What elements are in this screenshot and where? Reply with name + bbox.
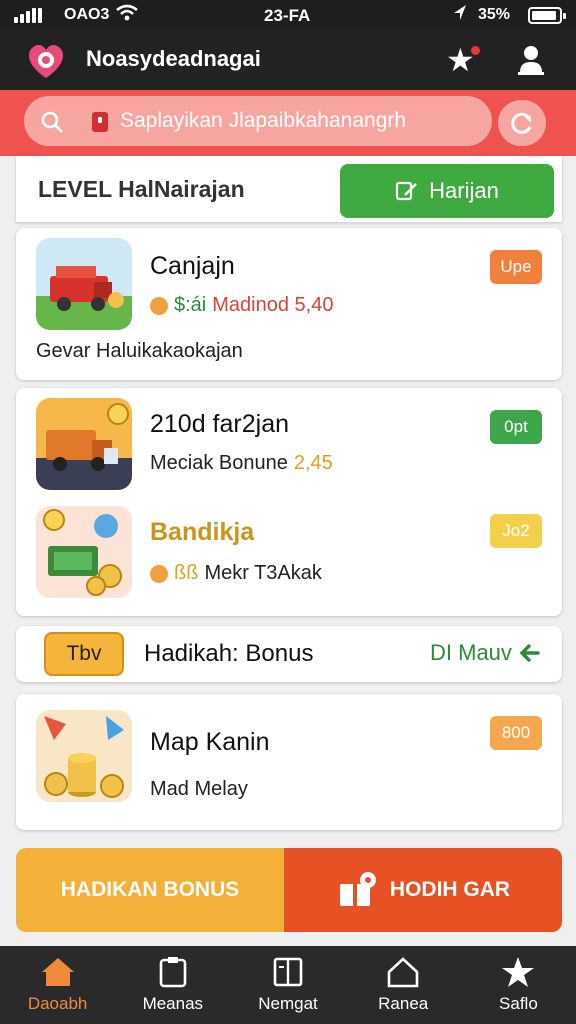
bottom-nav: Daoabh Meanas Nemgat Ranea Saflo [0,946,576,1024]
item-value: Madinod 5,40 [212,294,334,316]
arrow-left-icon [519,644,540,662]
list-group: 210d far2jan Meciak Bonune 2,45 0pt Band… [16,388,562,616]
nav-item-clipboard[interactable]: Meanas [115,946,230,1024]
heart-logo-icon[interactable] [24,38,68,82]
item-title: Bandikja [150,518,255,546]
gift-icon [339,872,376,906]
level-title: LEVEL HalNairajan [38,176,245,202]
level-action-label: Harijan [429,178,499,203]
user-icon [518,46,544,75]
battery-icon [528,7,566,24]
signal-icon [14,8,42,23]
bonus-row[interactable]: Tbv Hadikah: Bonus DI Mauv [16,626,562,682]
battery-percent: 35% [478,6,511,23]
star-icon [502,957,535,987]
search-input[interactable] [120,106,484,136]
gift-button[interactable]: HODIH GAR [284,848,562,932]
nav-item-book[interactable]: Nemgat [230,946,345,1024]
bonus-link-label: DI Mauv [430,640,512,665]
refresh-button[interactable] [498,100,546,146]
nav-item-star[interactable]: Saflo [461,946,576,1024]
refresh-icon [511,112,532,134]
list-item[interactable]: Map Kanin Mad Melay 800 [16,694,562,830]
truck-coins-thumbnail [36,398,132,490]
home-icon [41,958,74,986]
status-time: 23-FA [264,6,311,25]
item-prefix: $:ái [174,294,207,316]
user-button[interactable] [516,44,550,78]
item-value: 2,45 [293,452,333,474]
nav-label: Nemgat [258,994,318,1013]
carrier-name: OAO3 [64,6,110,23]
app-bar: Noasydeadnagai ★ [0,30,576,90]
nav-label: Ranea [378,994,429,1013]
item-title: Map Kanin [150,728,270,756]
list-item[interactable]: Canjajn $:ái Madinod 5,40 Gevar Haluikak… [16,228,562,380]
clipboard-icon [159,957,187,988]
status-bar: OAO3 23-FA 35% [0,0,576,30]
edit-icon [396,181,418,201]
item-title: 210d far2jan [150,410,290,438]
item-subtitle: ßß Mekr T3Akak [150,562,322,585]
gold-coins-thumbnail [36,710,132,802]
item-badge[interactable]: 0pt [490,410,542,444]
item-prefix: Meciak Bonune [150,452,288,474]
bonus-button[interactable]: HADIKAN BONUS [16,848,284,932]
search-icon [41,111,63,133]
fire-truck-thumbnail [36,238,132,330]
cash-stack-thumbnail [36,506,132,598]
wifi-icon [116,4,138,27]
item-badge[interactable]: 800 [490,716,542,750]
level-header: LEVEL HalNairajan Harijan [16,156,562,222]
main-content: LEVEL HalNairajan Harijan Canjajn $:ái M… [0,156,576,946]
location-arrow-icon [452,4,468,27]
bonus-tag[interactable]: Tbv [44,632,124,676]
favorites-button[interactable]: ★ [446,44,480,78]
item-value: Mekr T3Akak [204,562,322,584]
gift-button-label: HODIH GAR [389,878,511,901]
item-badge[interactable]: Jo2 [490,514,542,548]
bookmark-tag-icon [92,112,108,132]
item-title: Canjajn [150,252,235,280]
app-title: Noasydeadnagai [86,46,261,71]
cta-bar: HADIKAN BONUS HODIH GAR [16,848,562,932]
item-badge[interactable]: Upe [490,250,542,284]
level-action-button[interactable]: Harijan [340,164,554,218]
book-icon [273,957,303,987]
bonus-link[interactable]: DI Mauv [430,640,540,666]
item-subtitle: Mad Melay [150,778,248,800]
house-outline-icon [387,957,419,988]
item-prefix: ßß [174,562,199,584]
nav-item-home[interactable]: Daoabh [0,946,115,1024]
notification-dot [471,46,480,55]
nav-item-house[interactable]: Ranea [346,946,461,1024]
bonus-title: Hadikah: Bonus [144,640,314,667]
item-description: Gevar Haluikakaokajan [36,340,243,362]
item-subtitle: $:ái Madinod 5,40 [150,294,333,317]
search-bar[interactable] [24,96,492,146]
nav-label: Meanas [142,994,204,1013]
nav-label: Saflo [499,994,538,1013]
coin-icon [150,296,168,315]
item-subtitle: Meciak Bonune 2,45 [150,452,333,475]
search-region [0,90,576,156]
nav-label: Daoabh [27,994,88,1013]
coin-icon [150,564,168,583]
star-icon: ★ [446,42,475,78]
